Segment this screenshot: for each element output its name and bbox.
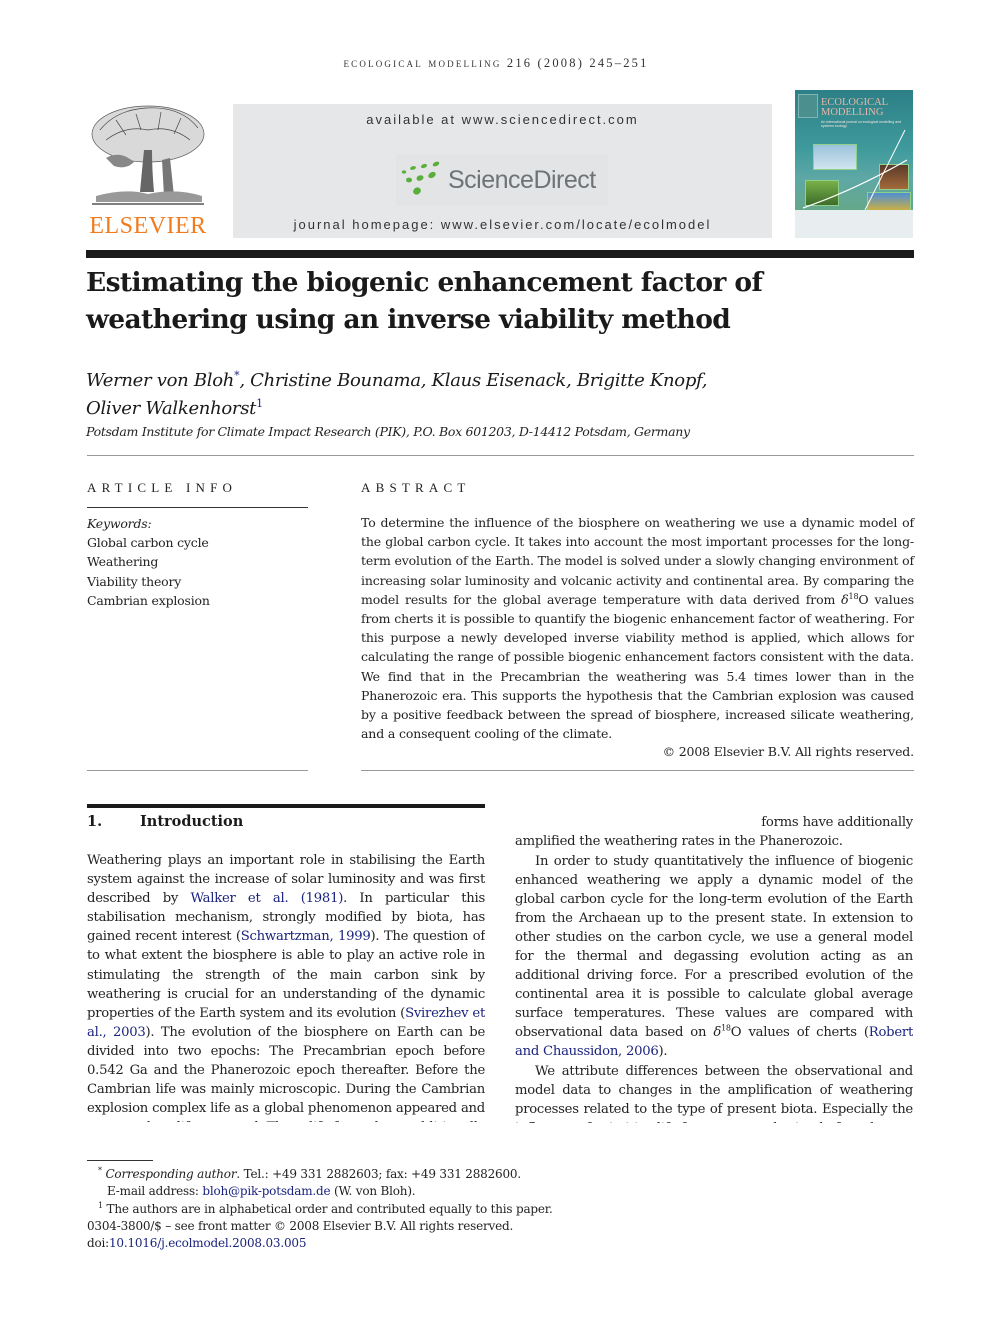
article-info-heading: ARTICLE INFO: [87, 480, 238, 495]
available-at-link[interactable]: available at www.sciencedirect.com: [233, 112, 772, 127]
footnote-corresponding: * Corresponding author. Tel.: +49 331 28…: [87, 1166, 687, 1183]
author-name[interactable]: Oliver Walkenhorst: [86, 398, 256, 419]
keyword-item: Cambrian explosion: [87, 592, 210, 608]
elsevier-logo[interactable]: ELSEVIER: [86, 100, 210, 240]
header-rule: [86, 250, 914, 258]
author-list: Werner von Bloh*, Christine Bounama, Kla…: [86, 369, 708, 419]
section-number: 1.: [87, 813, 103, 830]
affiliation: Potsdam Institute for Climate Impact Res…: [86, 424, 690, 439]
sciencedirect-logo[interactable]: ScienceDirect: [396, 154, 608, 206]
sciencedirect-banner: available at www.sciencedirect.com Scien…: [233, 104, 772, 238]
footnote-mark[interactable]: 1: [256, 397, 263, 410]
footnote-text: The authors are in alphabetical order an…: [106, 1201, 553, 1216]
article-info-bottom-rule: [87, 770, 308, 771]
sciencedirect-dots-icon: [401, 161, 440, 195]
author-name[interactable]: Werner von Bloh: [86, 370, 234, 391]
right-column: Weathering plays an important role in st…: [515, 813, 913, 1123]
left-column: Weathering plays an important role in st…: [87, 851, 485, 1122]
running-head: ECOLOGICAL MODELLING 216 (2008) 245–251: [343, 56, 649, 70]
author-name[interactable]: Brigitte Knopf: [577, 370, 702, 391]
paragraph: Weathering plays an important role in st…: [87, 851, 485, 1122]
delta-symbol: δ: [841, 591, 849, 607]
section-title: Introduction: [140, 813, 244, 830]
footnote-1: 1 The authors are in alphabetical order …: [87, 1201, 687, 1218]
elsevier-wordmark: ELSEVIER: [89, 213, 207, 239]
citation-link[interactable]: Schwartzman, 1999: [241, 929, 371, 944]
section-heading-introduction: 1. Introduction: [87, 813, 243, 830]
delta-superscript: 18: [721, 1023, 731, 1033]
front-matter: 0304-3800/$ – see front matter © 2008 El…: [87, 1218, 514, 1233]
journal-homepage-link[interactable]: journal homepage: www.elsevier.com/locat…: [233, 217, 772, 232]
paragraph: We attribute differences between the obs…: [515, 1063, 913, 1123]
doi-line: doi:10.1016/j.ecolmodel.2008.03.005: [87, 1235, 687, 1252]
footnote-text: . Tel.: +49 331 2882603; fax: +49 331 28…: [236, 1167, 521, 1181]
footnotes: * Corresponding author. Tel.: +49 331 28…: [87, 1166, 687, 1252]
footnote-mark: *: [98, 1166, 102, 1175]
keyword-item: Weathering: [87, 554, 159, 570]
footnote-label: Corresponding author: [105, 1167, 237, 1181]
corresponding-author-mark[interactable]: *: [234, 369, 240, 382]
author-name[interactable]: Klaus Eisenack: [432, 370, 567, 391]
elsevier-tree-icon: [91, 105, 205, 205]
text-run: O values of cherts (: [730, 1025, 869, 1041]
paragraph: Weathering plays an important role in st…: [515, 813, 913, 852]
footnote-email: E-mail address: bloh@pik-potsdam.de (W. …: [87, 1183, 687, 1200]
abstract-bottom-rule: [361, 770, 914, 771]
email-suffix: (W. von Bloh).: [330, 1184, 416, 1199]
cover-footer: [795, 210, 913, 238]
section-rule: [87, 804, 485, 808]
abstract-text-part: O values from cherts it is possible to q…: [361, 591, 914, 742]
delta-symbol: δ: [713, 1025, 722, 1041]
keyword-item: Global carbon cycle: [87, 535, 209, 551]
abstract-heading: ABSTRACT: [361, 480, 471, 495]
abstract-text-part: To determine the influence of the biosph…: [361, 515, 914, 607]
delta-superscript: 18: [848, 591, 859, 601]
affiliation-rule: [87, 455, 914, 456]
email-label: E-mail address:: [107, 1184, 203, 1199]
citation-link[interactable]: Walker et al. (1981): [190, 891, 343, 906]
keyword-item: Viability theory: [87, 573, 182, 589]
column-continuation: Weathering plays an important role in st…: [515, 813, 913, 852]
footnote-rule: [87, 1160, 153, 1161]
text-run: ).: [658, 1044, 668, 1060]
keywords-block: Keywords: Global carbon cycle Weathering…: [87, 514, 210, 610]
paragraph: In order to study quantitatively the inf…: [515, 852, 913, 1062]
email-link[interactable]: bloh@pik-potsdam.de: [202, 1184, 330, 1198]
text-run: ). The evolution of the biosphere on Ear…: [87, 1024, 485, 1122]
author-name[interactable]: Christine Bounama: [250, 370, 421, 391]
keywords-label: Keywords:: [87, 516, 152, 531]
doi-label: doi:: [87, 1236, 109, 1251]
text-run: In order to study quantitatively the inf…: [515, 853, 913, 1041]
abstract-copyright: © 2008 Elsevier B.V. All rights reserved…: [662, 744, 915, 759]
article-info-rule: [87, 507, 308, 508]
doi-link[interactable]: 10.1016/j.ecolmodel.2008.03.005: [109, 1236, 306, 1250]
footnote-mark: 1: [98, 1200, 103, 1210]
text-run: forms have additionally amplified the we…: [515, 815, 913, 850]
journal-cover[interactable]: ECOLOGICAL MODELLING An international jo…: [795, 90, 913, 238]
article-title: Estimating the biogenic enhancement fact…: [86, 267, 763, 335]
abstract-text: To determine the influence of the biosph…: [361, 513, 914, 743]
sciencedirect-wordmark: ScienceDirect: [448, 166, 596, 194]
